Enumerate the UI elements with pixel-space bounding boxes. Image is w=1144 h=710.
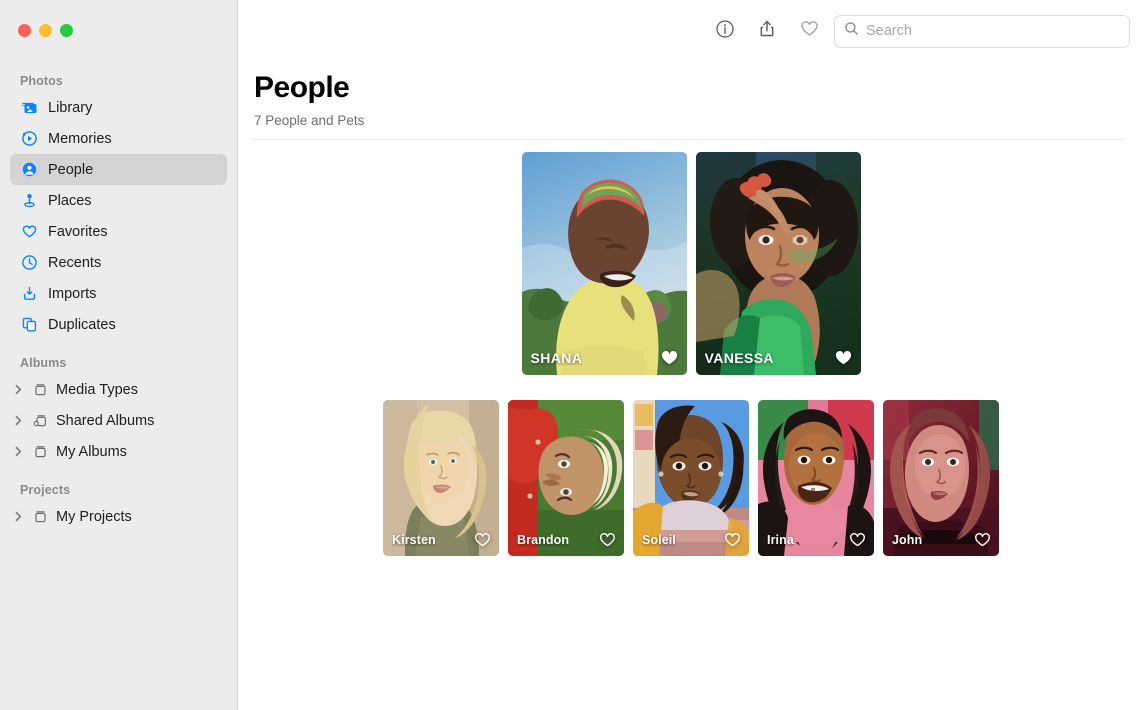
- sidebar-item-places[interactable]: Places: [10, 185, 227, 216]
- people-grid: SHANA: [238, 140, 1144, 556]
- sidebar-item-my-albums[interactable]: My Albums: [10, 436, 227, 467]
- sidebar-item-label: People: [48, 162, 93, 178]
- album-icon: [31, 442, 50, 461]
- sidebar-list-photos: Library Memories People Places Favorites…: [0, 92, 237, 340]
- person-card-brandon[interactable]: Brandon: [508, 400, 624, 556]
- person-card-vanessa[interactable]: VANESSA: [696, 152, 861, 375]
- sidebar-item-memories[interactable]: Memories: [10, 123, 227, 154]
- sidebar: Photos Library Memories People Places Fa…: [0, 0, 238, 710]
- sidebar-item-media-types[interactable]: Media Types: [10, 374, 227, 405]
- card-label: Irina: [758, 531, 874, 556]
- card-label: Soleil: [633, 531, 749, 556]
- favorite-icon[interactable]: [834, 348, 853, 367]
- card-label: Brandon: [508, 531, 624, 556]
- sidebar-list-projects: My Projects: [0, 501, 237, 532]
- page-subtitle: 7 People and Pets: [254, 113, 1144, 128]
- person-card-soleil[interactable]: Soleil: [633, 400, 749, 556]
- sidebar-item-label: Media Types: [56, 382, 138, 398]
- page-title: People: [254, 70, 1144, 106]
- favorite-icon[interactable]: [474, 531, 491, 548]
- people-row: SHANA: [238, 152, 1144, 375]
- sidebar-item-label: My Albums: [56, 444, 127, 460]
- favorite-icon[interactable]: [849, 531, 866, 548]
- search-icon: [844, 21, 859, 41]
- minimize-button[interactable]: [39, 24, 52, 37]
- card-label: SHANA: [522, 348, 687, 375]
- sidebar-item-label: My Projects: [56, 509, 132, 525]
- people-icon: [20, 160, 39, 179]
- shared-album-icon: [31, 411, 50, 430]
- person-card-john[interactable]: John: [883, 400, 999, 556]
- favorite-icon[interactable]: [599, 531, 616, 548]
- favorite-icon[interactable]: [974, 531, 991, 548]
- sidebar-item-label: Duplicates: [48, 317, 116, 333]
- window-controls: [18, 24, 73, 37]
- person-photo: [522, 152, 687, 375]
- sidebar-item-label: Places: [48, 193, 92, 209]
- person-card-kirsten[interactable]: Kirsten: [383, 400, 499, 556]
- album-icon: [31, 507, 50, 526]
- sidebar-item-recents[interactable]: Recents: [10, 247, 227, 278]
- person-name: John: [892, 533, 922, 547]
- sidebar-item-imports[interactable]: Imports: [10, 278, 227, 309]
- album-icon: [31, 380, 50, 399]
- toolbar: [238, 0, 1144, 62]
- memories-icon: [20, 129, 39, 148]
- sidebar-item-duplicates[interactable]: Duplicates: [10, 309, 227, 340]
- sidebar-section-projects: Projects: [0, 479, 237, 501]
- person-name: Brandon: [517, 533, 569, 547]
- person-name: Soleil: [642, 533, 676, 547]
- heart-icon: [799, 18, 820, 44]
- person-name: VANESSA: [705, 350, 774, 366]
- search-input[interactable]: [866, 23, 1120, 39]
- heart-icon: [20, 222, 39, 241]
- sidebar-item-label: Recents: [48, 255, 101, 271]
- person-name: Irina: [767, 533, 794, 547]
- sidebar-section-photos: Photos: [0, 70, 237, 92]
- favorite-button[interactable]: [788, 11, 830, 51]
- search-field[interactable]: [834, 15, 1130, 48]
- share-button[interactable]: [746, 11, 788, 51]
- library-icon: [20, 98, 39, 117]
- people-row: Kirsten: [238, 400, 1144, 556]
- chevron-right-icon[interactable]: [12, 415, 25, 426]
- sidebar-section-albums: Albums: [0, 352, 237, 374]
- person-photo: [696, 152, 861, 375]
- zoom-button[interactable]: [60, 24, 73, 37]
- sidebar-item-my-projects[interactable]: My Projects: [10, 501, 227, 532]
- sidebar-item-library[interactable]: Library: [10, 92, 227, 123]
- person-card-shana[interactable]: SHANA: [522, 152, 687, 375]
- info-icon: [715, 19, 735, 44]
- person-name: SHANA: [531, 350, 583, 366]
- page-header: People 7 People and Pets: [238, 62, 1144, 128]
- sidebar-item-label: Favorites: [48, 224, 108, 240]
- card-label: Kirsten: [383, 531, 499, 556]
- sidebar-item-shared-albums[interactable]: Shared Albums: [10, 405, 227, 436]
- chevron-right-icon[interactable]: [12, 446, 25, 457]
- clock-icon: [20, 253, 39, 272]
- duplicates-icon: [20, 315, 39, 334]
- close-button[interactable]: [18, 24, 31, 37]
- sidebar-item-people[interactable]: People: [10, 154, 227, 185]
- sidebar-item-favorites[interactable]: Favorites: [10, 216, 227, 247]
- chevron-right-icon[interactable]: [12, 384, 25, 395]
- main-content: People 7 People and Pets: [238, 0, 1144, 710]
- person-name: Kirsten: [392, 533, 436, 547]
- favorite-icon[interactable]: [724, 531, 741, 548]
- sidebar-item-label: Library: [48, 100, 92, 116]
- card-label: John: [883, 531, 999, 556]
- card-label: VANESSA: [696, 348, 861, 375]
- places-icon: [20, 191, 39, 210]
- import-icon: [20, 284, 39, 303]
- sidebar-item-label: Imports: [48, 286, 96, 302]
- person-card-irina[interactable]: Irina: [758, 400, 874, 556]
- sidebar-item-label: Shared Albums: [56, 413, 154, 429]
- chevron-right-icon[interactable]: [12, 511, 25, 522]
- share-icon: [757, 19, 777, 44]
- info-button[interactable]: [704, 11, 746, 51]
- photos-window: Photos Library Memories People Places Fa…: [0, 0, 1144, 710]
- sidebar-item-label: Memories: [48, 131, 112, 147]
- favorite-icon[interactable]: [660, 348, 679, 367]
- sidebar-list-albums: Media Types Shared Albums My Albums: [0, 374, 237, 467]
